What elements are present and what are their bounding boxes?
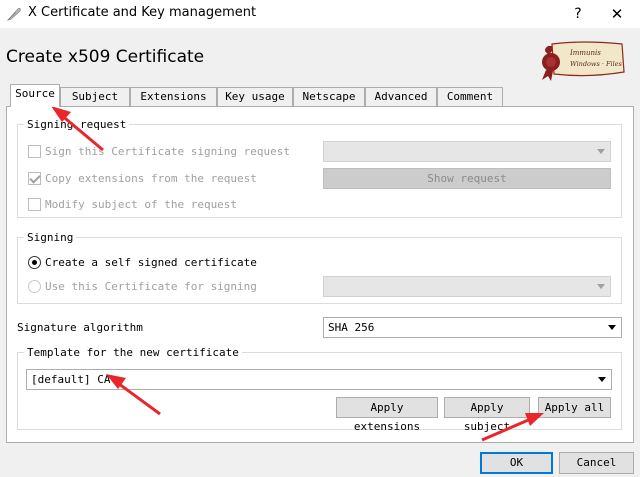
- annotation-arrow-source: [51, 106, 104, 152]
- annotation-arrow-template: [106, 374, 161, 416]
- annotation-arrows: [51, 106, 544, 442]
- annotation-arrow-apply-all: [481, 413, 544, 442]
- tab-source[interactable]: Source: [10, 84, 60, 107]
